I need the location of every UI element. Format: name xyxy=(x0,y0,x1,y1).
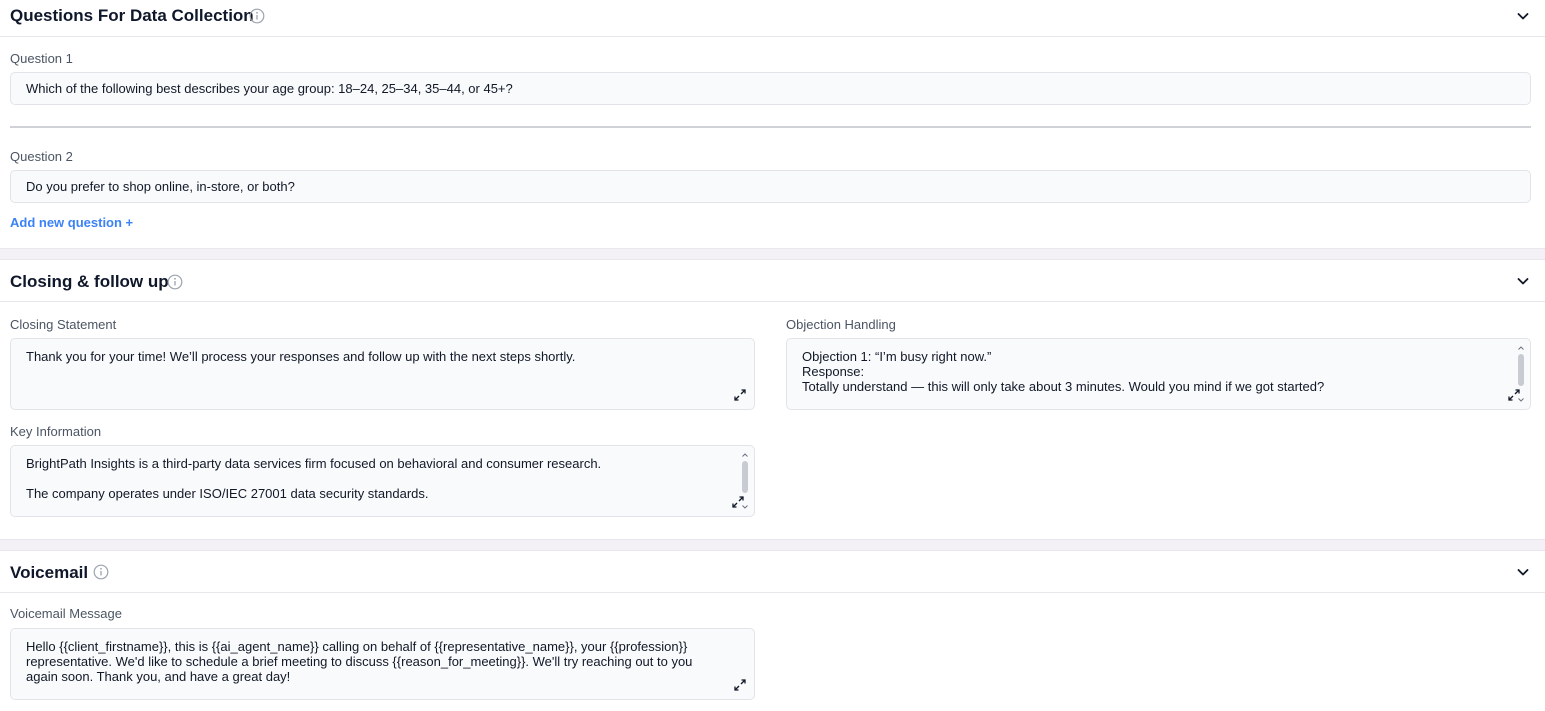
info-circle-icon[interactable] xyxy=(167,274,183,290)
chevron-down-icon[interactable] xyxy=(1516,565,1530,579)
voicemail-message-label: Voicemail Message xyxy=(10,606,122,621)
key-information-textarea[interactable]: BrightPath Insights is a third-party dat… xyxy=(10,445,755,517)
voicemail-title: Voicemail xyxy=(10,563,89,582)
data-collection-title: Questions For Data Collection xyxy=(10,6,254,25)
question-1-label: Question 1 xyxy=(10,51,73,66)
key-info-scroll-thumb[interactable] xyxy=(742,461,748,493)
scroll-up-arrow-icon[interactable] xyxy=(741,452,749,458)
closing-statement-text: Thank you for your time! We’ll process y… xyxy=(26,349,576,364)
closing-statement-textarea[interactable]: Thank you for your time! We’ll process y… xyxy=(10,338,755,410)
objection-line-1: Objection 1: “I’m busy right now.” xyxy=(802,349,992,364)
objection-scroll-thumb[interactable] xyxy=(1518,354,1524,386)
key-information-label: Key Information xyxy=(10,424,102,439)
key-info-line-3: The company operates under ISO/IEC 27001… xyxy=(26,486,429,501)
question-1-text: Which of the following best describes yo… xyxy=(26,81,513,96)
question-2-input[interactable]: Do you prefer to shop online, in-store, … xyxy=(10,170,1531,203)
key-info-line-2 xyxy=(26,471,739,486)
closing-title: Closing & follow up xyxy=(10,272,169,291)
question-2-label: Question 2 xyxy=(10,149,73,164)
chevron-down-icon[interactable] xyxy=(1516,9,1530,23)
voicemail-message-text: Hello {{client_firstname}}, this is {{ai… xyxy=(26,639,697,684)
objection-line-3: Totally understand — this will only take… xyxy=(802,379,1325,394)
voicemail-message-textarea[interactable]: Hello {{client_firstname}}, this is {{ai… xyxy=(10,628,755,700)
voicemail-header[interactable]: Voicemail xyxy=(0,551,1545,593)
add-new-question-link[interactable]: Add new question + xyxy=(10,215,133,230)
chevron-down-icon[interactable] xyxy=(1516,274,1530,288)
info-circle-icon[interactable] xyxy=(93,564,109,580)
question-2-text: Do you prefer to shop online, in-store, … xyxy=(26,179,295,194)
question-1-input[interactable]: Which of the following best describes yo… xyxy=(10,72,1531,105)
question-divider xyxy=(10,126,1531,128)
objection-line-2: Response: xyxy=(802,364,865,379)
data-collection-section: Questions For Data Collection Question 1… xyxy=(0,0,1545,248)
closing-header[interactable]: Closing & follow up xyxy=(0,260,1545,302)
info-circle-icon[interactable] xyxy=(249,8,265,24)
scroll-up-arrow-icon[interactable] xyxy=(1517,345,1525,351)
objection-handling-textarea[interactable]: Objection 1: “I’m busy right now.” Respo… xyxy=(786,338,1531,410)
voicemail-section: Voicemail Voicemail Message Hello {{clie… xyxy=(0,551,1545,711)
expand-arrows-icon[interactable] xyxy=(732,677,748,693)
closing-section: Closing & follow up Closing Statement Th… xyxy=(0,260,1545,539)
closing-statement-label: Closing Statement xyxy=(10,317,117,332)
data-collection-header[interactable]: Questions For Data Collection xyxy=(0,0,1545,37)
key-info-line-1: BrightPath Insights is a third-party dat… xyxy=(26,456,602,471)
expand-arrows-icon[interactable] xyxy=(1506,387,1522,403)
expand-arrows-icon[interactable] xyxy=(730,494,746,510)
section-separator xyxy=(0,539,1545,551)
section-separator xyxy=(0,248,1545,260)
expand-arrows-icon[interactable] xyxy=(732,387,748,403)
objection-handling-label: Objection Handling xyxy=(786,317,896,332)
